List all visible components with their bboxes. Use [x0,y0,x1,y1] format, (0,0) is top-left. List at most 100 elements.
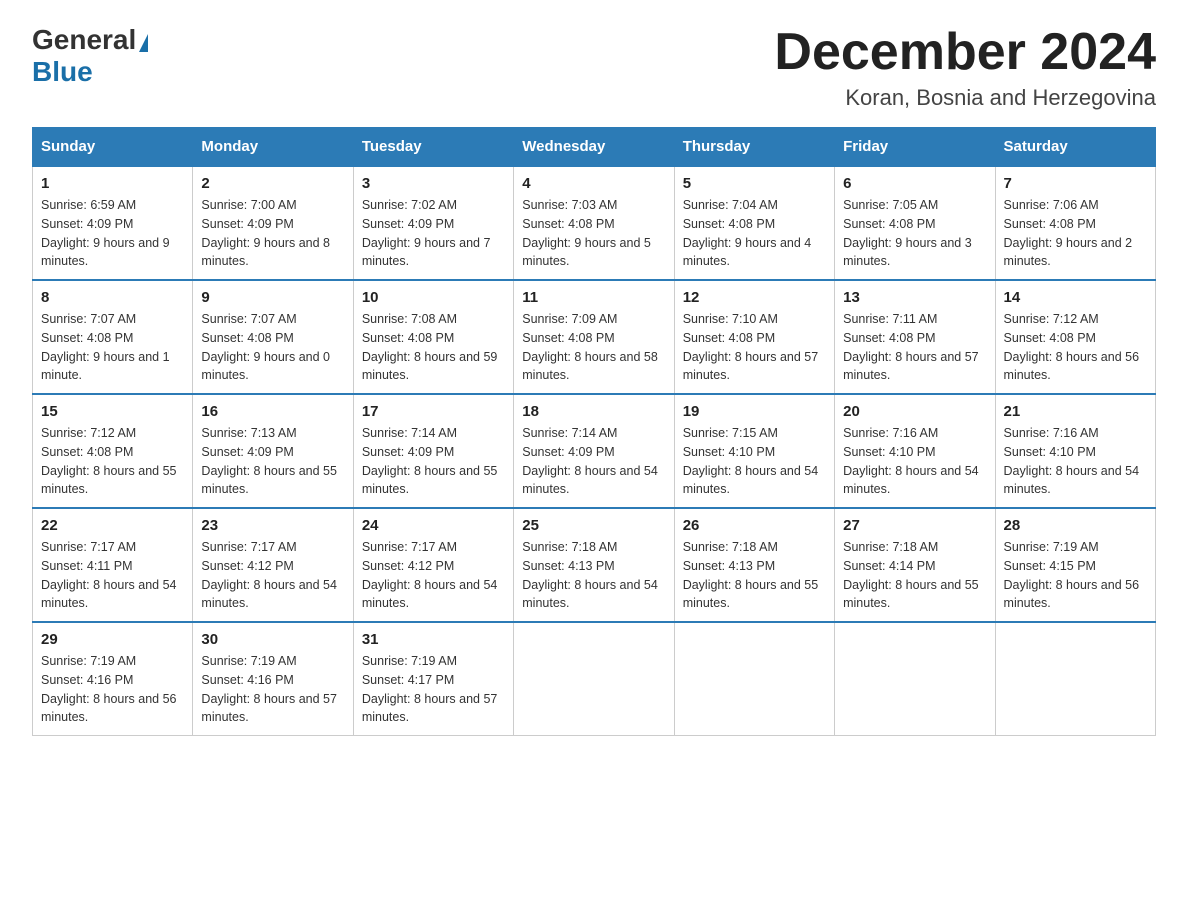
day-number: 10 [362,289,505,306]
day-number: 21 [1004,403,1147,420]
week-row-5: 29 Sunrise: 7:19 AMSunset: 4:16 PMDayligh… [33,622,1156,736]
page-title: December 2024 [774,24,1156,81]
day-info: Sunrise: 7:06 AMSunset: 4:08 PMDaylight:… [1004,196,1147,271]
day-number: 29 [41,631,184,648]
day-info: Sunrise: 7:18 AMSunset: 4:13 PMDaylight:… [522,538,665,613]
header-friday: Friday [835,128,995,167]
day-number: 19 [683,403,826,420]
week-row-3: 15 Sunrise: 7:12 AMSunset: 4:08 PMDayligh… [33,394,1156,508]
day-info: Sunrise: 7:09 AMSunset: 4:08 PMDaylight:… [522,310,665,385]
week-row-4: 22Sunrise: 7:17 AMSunset: 4:11 PMDayligh… [33,508,1156,622]
day-number: 7 [1004,175,1147,192]
table-row: 19 Sunrise: 7:15 AMSunset: 4:10 PMDayligh… [674,394,834,508]
table-row: 17 Sunrise: 7:14 AMSunset: 4:09 PMDayligh… [353,394,513,508]
table-row: 14Sunrise: 7:12 AMSunset: 4:08 PMDayligh… [995,280,1155,394]
table-row [674,622,834,736]
day-number: 12 [683,289,826,306]
logo: General Blue [32,24,148,88]
day-info: Sunrise: 7:15 AMSunset: 4:10 PMDaylight:… [683,424,826,499]
table-row: 26 Sunrise: 7:18 AMSunset: 4:13 PMDayligh… [674,508,834,622]
table-row: 12 Sunrise: 7:10 AMSunset: 4:08 PMDayligh… [674,280,834,394]
day-number: 16 [201,403,344,420]
day-number: 25 [522,517,665,534]
table-row [835,622,995,736]
day-number: 4 [522,175,665,192]
day-number: 27 [843,517,986,534]
day-info: Sunrise: 7:19 AMSunset: 4:16 PMDaylight:… [41,652,184,727]
day-info: Sunrise: 7:11 AMSunset: 4:08 PMDaylight:… [843,310,986,385]
day-info: Sunrise: 7:10 AMSunset: 4:08 PMDaylight:… [683,310,826,385]
table-row: 27Sunrise: 7:18 AMSunset: 4:14 PMDayligh… [835,508,995,622]
header-wednesday: Wednesday [514,128,674,167]
day-number: 26 [683,517,826,534]
day-info: Sunrise: 7:12 AMSunset: 4:08 PMDaylight:… [41,424,184,499]
table-row: 30 Sunrise: 7:19 AMSunset: 4:16 PMDayligh… [193,622,353,736]
logo-general-text: General [32,24,136,56]
table-row: 6Sunrise: 7:05 AMSunset: 4:08 PMDaylight… [835,166,995,280]
table-row: 25 Sunrise: 7:18 AMSunset: 4:13 PMDayligh… [514,508,674,622]
table-row: 7 Sunrise: 7:06 AMSunset: 4:08 PMDaylight… [995,166,1155,280]
day-info: Sunrise: 7:16 AMSunset: 4:10 PMDaylight:… [1004,424,1147,499]
day-info: Sunrise: 7:19 AMSunset: 4:15 PMDaylight:… [1004,538,1147,613]
day-number: 23 [201,517,344,534]
week-row-2: 8 Sunrise: 7:07 AMSunset: 4:08 PMDaylight… [33,280,1156,394]
table-row: 28 Sunrise: 7:19 AMSunset: 4:15 PMDayligh… [995,508,1155,622]
table-row [995,622,1155,736]
table-row: 31 Sunrise: 7:19 AMSunset: 4:17 PMDayligh… [353,622,513,736]
day-number: 31 [362,631,505,648]
day-info: Sunrise: 7:18 AMSunset: 4:13 PMDaylight:… [683,538,826,613]
day-number: 15 [41,403,184,420]
day-number: 9 [201,289,344,306]
day-info: Sunrise: 7:13 AMSunset: 4:09 PMDaylight:… [201,424,344,499]
table-row: 4 Sunrise: 7:03 AMSunset: 4:08 PMDaylight… [514,166,674,280]
day-number: 17 [362,403,505,420]
day-info: Sunrise: 7:19 AMSunset: 4:16 PMDaylight:… [201,652,344,727]
table-row: 2Sunrise: 7:00 AMSunset: 4:09 PMDaylight… [193,166,353,280]
day-info: Sunrise: 7:08 AMSunset: 4:08 PMDaylight:… [362,310,505,385]
table-row: 23 Sunrise: 7:17 AMSunset: 4:12 PMDayligh… [193,508,353,622]
table-row: 15 Sunrise: 7:12 AMSunset: 4:08 PMDayligh… [33,394,193,508]
day-number: 2 [201,175,344,192]
table-row: 10 Sunrise: 7:08 AMSunset: 4:08 PMDayligh… [353,280,513,394]
weekday-header-row: Sunday Monday Tuesday Wednesday Thursday… [33,128,1156,167]
table-row: 20 Sunrise: 7:16 AMSunset: 4:10 PMDayligh… [835,394,995,508]
day-number: 1 [41,175,184,192]
header-monday: Monday [193,128,353,167]
day-number: 8 [41,289,184,306]
day-number: 14 [1004,289,1147,306]
logo-blue-text: Blue [32,56,93,87]
day-number: 11 [522,289,665,306]
day-number: 20 [843,403,986,420]
day-info: Sunrise: 7:14 AMSunset: 4:09 PMDaylight:… [522,424,665,499]
table-row: 13Sunrise: 7:11 AMSunset: 4:08 PMDayligh… [835,280,995,394]
header: General Blue December 2024 Koran, Bosnia… [32,24,1156,111]
table-row: 9 Sunrise: 7:07 AMSunset: 4:08 PMDaylight… [193,280,353,394]
day-info: Sunrise: 7:07 AMSunset: 4:08 PMDaylight:… [201,310,344,385]
table-row: 18 Sunrise: 7:14 AMSunset: 4:09 PMDayligh… [514,394,674,508]
day-info: Sunrise: 7:19 AMSunset: 4:17 PMDaylight:… [362,652,505,727]
day-info: Sunrise: 6:59 AMSunset: 4:09 PMDaylight:… [41,196,184,271]
table-row: 11 Sunrise: 7:09 AMSunset: 4:08 PMDayligh… [514,280,674,394]
day-number: 5 [683,175,826,192]
header-thursday: Thursday [674,128,834,167]
calendar-table: Sunday Monday Tuesday Wednesday Thursday… [32,127,1156,736]
header-sunday: Sunday [33,128,193,167]
day-info: Sunrise: 7:14 AMSunset: 4:09 PMDaylight:… [362,424,505,499]
table-row [514,622,674,736]
day-number: 3 [362,175,505,192]
table-row: 24Sunrise: 7:17 AMSunset: 4:12 PMDayligh… [353,508,513,622]
table-row: 22Sunrise: 7:17 AMSunset: 4:11 PMDayligh… [33,508,193,622]
table-row: 8 Sunrise: 7:07 AMSunset: 4:08 PMDaylight… [33,280,193,394]
day-info: Sunrise: 7:03 AMSunset: 4:08 PMDaylight:… [522,196,665,271]
day-info: Sunrise: 7:17 AMSunset: 4:11 PMDaylight:… [41,538,184,613]
day-info: Sunrise: 7:17 AMSunset: 4:12 PMDaylight:… [201,538,344,613]
day-info: Sunrise: 7:07 AMSunset: 4:08 PMDaylight:… [41,310,184,385]
day-number: 30 [201,631,344,648]
table-row: 29 Sunrise: 7:19 AMSunset: 4:16 PMDayligh… [33,622,193,736]
logo-triangle-icon [139,34,148,52]
day-number: 28 [1004,517,1147,534]
day-info: Sunrise: 7:05 AMSunset: 4:08 PMDaylight:… [843,196,986,271]
day-number: 24 [362,517,505,534]
day-info: Sunrise: 7:16 AMSunset: 4:10 PMDaylight:… [843,424,986,499]
day-number: 18 [522,403,665,420]
